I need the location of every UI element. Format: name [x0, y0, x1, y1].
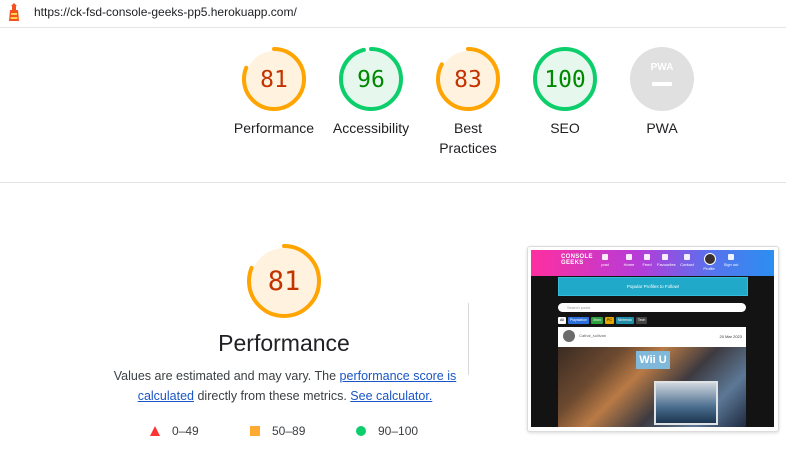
- nav-profile: Profile: [703, 266, 715, 271]
- tag-nintendo: Nintendo: [615, 317, 634, 324]
- gauge-score: 100: [544, 67, 586, 93]
- feed-icon: [644, 254, 650, 260]
- add-post-icon: [602, 254, 608, 260]
- legend-average: 50–89: [250, 424, 305, 438]
- gauge-pwa[interactable]: PWA PWA: [612, 46, 712, 138]
- gauge-score: 83: [454, 67, 482, 93]
- bookmark-icon: [662, 254, 668, 260]
- tv-screen: [654, 381, 718, 425]
- tag-filter-bar: All Playstation Xbox PC Nintendo Tech: [558, 317, 648, 324]
- nav-feed: Feed: [639, 254, 655, 267]
- gauge-score: 96: [357, 67, 385, 93]
- nav-signout: Sign out: [723, 254, 739, 267]
- post-date: 20 Mar 2023: [719, 334, 742, 339]
- popular-profiles-banner: Popular Profiles to Follow!: [558, 277, 748, 296]
- performance-score-gauge: 81: [247, 244, 321, 318]
- post-username: Cathal_sullivan: [579, 333, 607, 338]
- average-square-icon: [250, 426, 260, 436]
- profile-avatar: [704, 253, 716, 265]
- sign-out-icon: [728, 254, 734, 260]
- url-bar: https://ck-fsd-console-geeks-pp5.herokua…: [0, 0, 786, 28]
- score-gauge-icon: 100: [533, 47, 597, 111]
- nav-add-post: post: [597, 254, 613, 267]
- post-image: Wii U: [558, 347, 746, 427]
- gauge-label: SEO: [550, 120, 580, 136]
- legend-pass: 90–100: [356, 424, 418, 438]
- performance-description: Values are estimated and may vary. The p…: [113, 369, 457, 403]
- search-posts-field: Search posts: [558, 303, 746, 312]
- nav-contact: Contact: [679, 254, 695, 267]
- gauge-label: Best Practices: [439, 120, 497, 156]
- fail-triangle-icon: [150, 426, 160, 436]
- nav-home: Home: [621, 254, 637, 267]
- score-gauge-icon: 83: [436, 47, 500, 111]
- gauge-label: PWA: [646, 120, 678, 136]
- nav-favourites: Favourites: [657, 254, 676, 267]
- gauge-seo[interactable]: 100 SEO: [515, 46, 615, 138]
- vertical-divider: [468, 303, 469, 375]
- gauge-best-practices[interactable]: 83 Best Practices: [418, 46, 518, 158]
- gauge-label: Accessibility: [332, 120, 410, 136]
- tag-pc: PC: [605, 317, 614, 324]
- gauge-accessibility[interactable]: 96 Accessibility: [321, 46, 421, 138]
- tag-tech: Tech: [635, 317, 648, 324]
- wii-u-sign: Wii U: [636, 351, 670, 369]
- site-logo: CONSOLE GEEKS: [561, 254, 593, 266]
- legend-fail: 0–49: [150, 424, 199, 438]
- site-navbar: CONSOLE GEEKS post Home Feed Favourites …: [531, 250, 774, 276]
- contact-icon: [684, 254, 690, 260]
- tag-playstation: Playstation: [567, 317, 590, 324]
- home-icon: [626, 254, 632, 260]
- section-divider: [0, 182, 786, 183]
- score-gauge-icon: 81: [242, 47, 306, 111]
- svg-text:PWA: PWA: [651, 62, 674, 73]
- gauge-label: Performance: [233, 120, 315, 136]
- tag-all: All: [558, 317, 566, 324]
- page-url[interactable]: https://ck-fsd-console-geeks-pp5.herokua…: [34, 5, 297, 19]
- score-gauge-icon: 96: [339, 47, 403, 111]
- final-screenshot[interactable]: CONSOLE GEEKS post Home Feed Favourites …: [527, 246, 779, 432]
- post-card: Cathal_sullivan 20 Mar 2023 Wii U: [558, 327, 746, 427]
- pass-circle-icon: [356, 426, 366, 436]
- screenshot-frame: CONSOLE GEEKS post Home Feed Favourites …: [531, 250, 774, 427]
- post-avatar: [563, 330, 575, 342]
- lighthouse-icon: [9, 3, 19, 21]
- tag-xbox: Xbox: [591, 317, 603, 324]
- see-calculator-link[interactable]: See calculator.: [350, 389, 432, 403]
- gauge-performance[interactable]: 81 Performance: [224, 46, 324, 138]
- gauge-score: 81: [260, 67, 288, 93]
- performance-score: 81: [268, 266, 301, 297]
- performance-title: Performance: [218, 330, 350, 356]
- pwa-badge-icon: PWA: [630, 47, 694, 111]
